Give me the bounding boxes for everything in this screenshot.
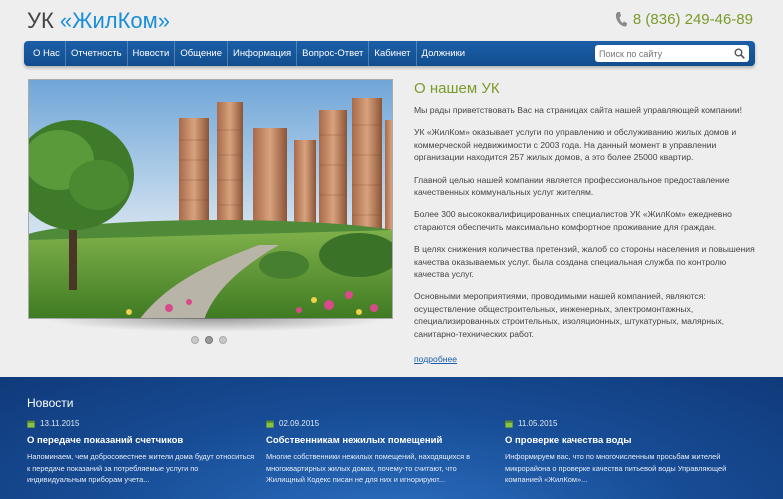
slider-dot-1[interactable] — [191, 336, 199, 344]
about-paragraph: Более 300 высококвалифицированных специа… — [414, 209, 732, 232]
news-date: 02.09.2015 — [266, 419, 496, 428]
nav-item-news[interactable]: Новости — [128, 41, 176, 66]
phone-icon — [615, 11, 627, 26]
search-input[interactable] — [599, 48, 734, 59]
news-heading: Новости — [27, 396, 74, 410]
search-icon[interactable] — [734, 48, 745, 59]
news-text: Информируем вас, что по многочисленным п… — [505, 452, 727, 484]
about-paragraph: Основными мероприятиями, проводимыми наш… — [414, 291, 725, 339]
main-nav: О Нас Отчетность Новости Общение Информа… — [24, 41, 755, 66]
slider-dot-3[interactable] — [219, 336, 227, 344]
news-text: Напоминаем, чем добросовестнее жители до… — [27, 452, 255, 484]
about-title: О нашем УК — [414, 80, 500, 97]
news-text: Многие собственники нежилых помещений, н… — [266, 452, 471, 484]
nav-item-debtors[interactable]: Должники — [417, 41, 471, 66]
news-title[interactable]: О передаче показаний счетчиков — [27, 435, 257, 446]
about-paragraph: Главной целью нашей компании является пр… — [414, 174, 730, 198]
logo-prefix: УК — [27, 8, 60, 33]
news-date-text: 13.11.2015 — [40, 419, 80, 428]
about-paragraph: Мы рады приветствовать Вас на страницах … — [414, 105, 742, 115]
nav-item-communication[interactable]: Общение — [175, 41, 228, 66]
news-date-text: 02.09.2015 — [279, 419, 320, 428]
news-title[interactable]: Собственникам нежилых помещений — [266, 435, 496, 446]
news-item: 11.05.2015 О проверке качества воды Инфо… — [505, 419, 735, 486]
slider-dots — [191, 336, 227, 344]
news-item: 13.11.2015 О передаче показаний счетчико… — [27, 419, 257, 486]
nav-item-reports[interactable]: Отчетность — [66, 41, 128, 66]
about-section: О нашем УК Мы рады приветствовать Вас на… — [414, 80, 759, 364]
site-logo[interactable]: УК «ЖилКом» — [27, 8, 170, 34]
news-item: 02.09.2015 Собственникам нежилых помещен… — [266, 419, 496, 486]
nav-item-information[interactable]: Информация — [228, 41, 298, 66]
header-phone: 8 (836) 249-46-89 — [615, 11, 753, 28]
slider-shadow — [40, 318, 390, 332]
calendar-icon — [505, 420, 513, 428]
nav-items: О Нас Отчетность Новости Общение Информа… — [24, 41, 470, 66]
residential-complex-image — [29, 80, 392, 318]
nav-item-cabinet[interactable]: Кабинет — [369, 41, 417, 66]
calendar-icon — [266, 420, 274, 428]
more-link[interactable]: подробнее — [414, 354, 457, 364]
slider-image[interactable] — [28, 79, 393, 319]
nav-item-about[interactable]: О Нас — [28, 41, 66, 66]
logo-brand: «ЖилКом» — [59, 8, 170, 33]
phone-number: 8 (836) 249-46-89 — [632, 11, 753, 28]
about-paragraph: В целях снижения количества претензий, ж… — [414, 244, 755, 280]
news-date: 11.05.2015 — [505, 419, 735, 428]
slider-dot-2[interactable] — [205, 336, 213, 344]
site-header: УК «ЖилКом» 8 (836) 249-46-89 — [0, 0, 783, 40]
calendar-icon — [27, 420, 35, 428]
news-title[interactable]: О проверке качества воды — [505, 435, 735, 446]
news-date: 13.11.2015 — [27, 419, 257, 428]
search-box — [595, 45, 749, 62]
about-paragraph: УК «ЖилКом» оказывает услуги по управлен… — [414, 127, 737, 163]
news-date-text: 11.05.2015 — [518, 419, 558, 428]
news-section: Новости 13.11.2015 О передаче показаний … — [0, 377, 783, 499]
nav-item-faq[interactable]: Вопрос-Ответ — [297, 41, 370, 66]
